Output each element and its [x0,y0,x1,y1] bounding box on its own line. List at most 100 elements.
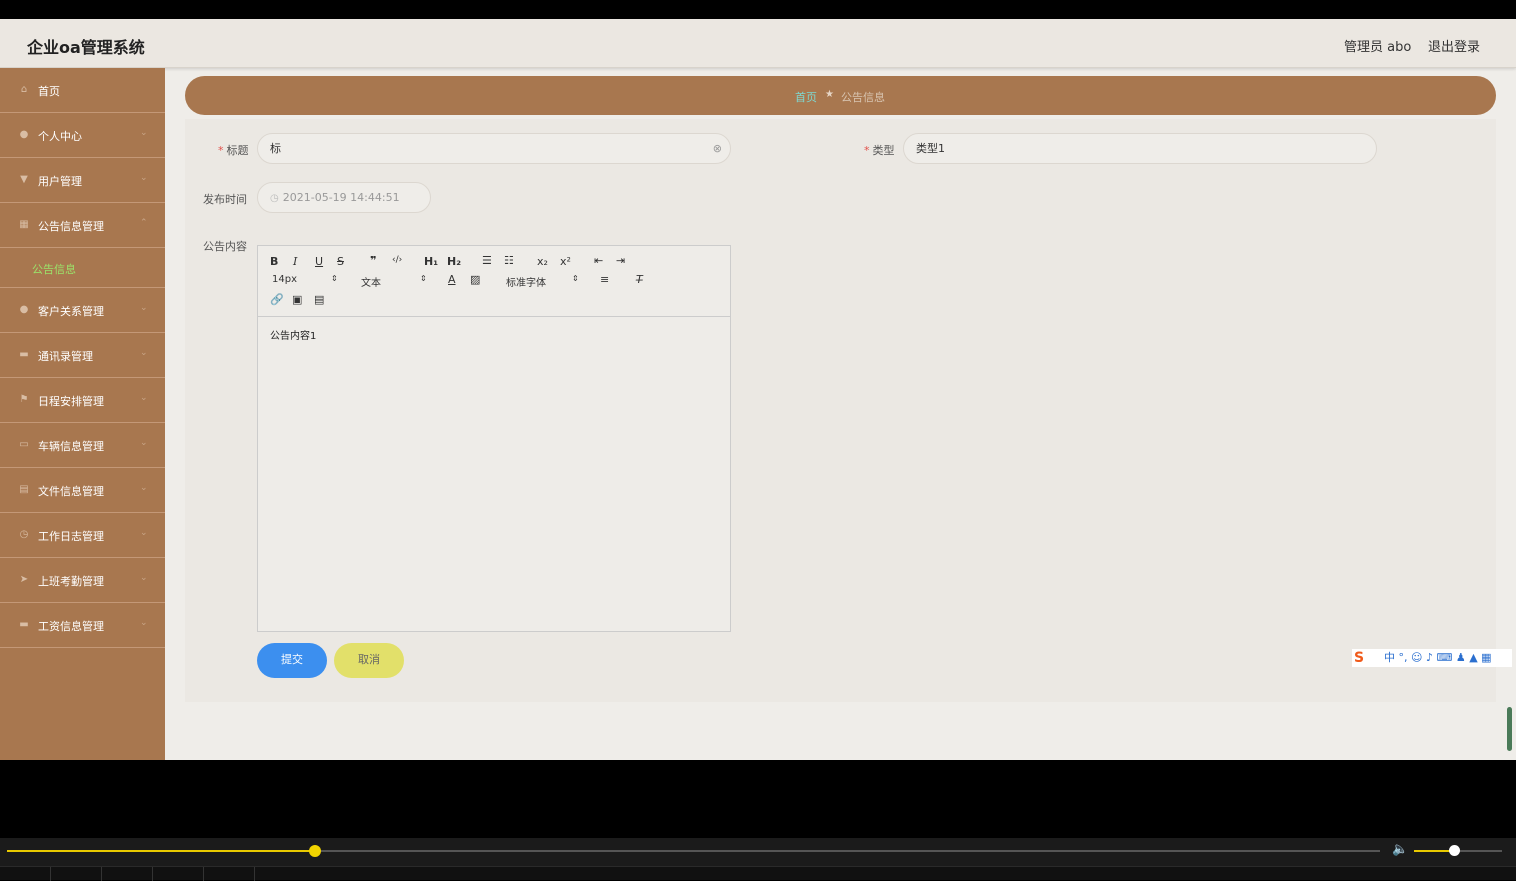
type-input-value: 类型1 [916,142,945,155]
title-input[interactable]: 标 ⊗ [257,133,731,164]
rich-text-editor: B I U S ❞ ‹/› H₁ H₂ ☰ ☷ x₂ x² ⇤ ⇥ 14px ⇕… [257,245,731,632]
chevron-down-icon: ⌄ [140,128,148,138]
ime-mode-label[interactable]: 中 [1384,651,1395,664]
title-label: * 标题 [218,144,249,157]
sidebar-item-label: 客户关系管理 [38,305,104,318]
chevron-down-icon: ⌄ [140,438,148,448]
align-icon[interactable]: ≡ [600,273,609,286]
sidebar-item-label: 文件信息管理 [38,485,104,498]
image-icon[interactable]: ▣ [292,293,302,306]
cancel-button[interactable]: 取消 [334,643,404,678]
sidebar-item-vehicle-management[interactable]: ▭ 车辆信息管理 ⌄ [0,423,165,468]
grid-icon: ▦ [19,219,29,230]
volume-slider[interactable] [1414,845,1502,856]
bullet-list-icon[interactable]: ☷ [504,254,514,267]
seek-bar[interactable] [7,845,1380,857]
bold-icon[interactable]: B [270,255,278,268]
volume-icon[interactable]: 🔈 [1392,842,1408,857]
chevron-down-icon: ⌄ [140,303,148,313]
breadcrumb-home[interactable]: 首页 [795,89,817,105]
breadcrumb-separator-icon: ★ [825,89,834,100]
sidebar-item-file-management[interactable]: ▤ 文件信息管理 ⌄ [0,468,165,513]
player-bottom-strip [0,866,1516,881]
chevron-down-icon: ⌄ [140,618,148,628]
volume-fill [1414,850,1454,852]
editor-toolbar: B I U S ❞ ‹/› H₁ H₂ ☰ ☷ x₂ x² ⇤ ⇥ 14px ⇕… [258,246,730,317]
volume-handle[interactable] [1448,845,1460,856]
file-icon: ▤ [19,484,29,495]
font-family-select[interactable]: 标准字体 [506,274,546,289]
publish-time-picker[interactable]: ◷ 2021-05-19 14:44:51 [257,182,431,213]
ime-toolbar[interactable]: S 中 °, ☺ ♪ ⌨ ♟ ▲ ▦ [1352,649,1512,667]
sidebar-item-label: 公告信息管理 [38,220,104,233]
video-icon[interactable]: ▤ [314,293,324,306]
sidebar-item-label: 上班考勤管理 [38,575,104,588]
video-player-bar: 🔈 [0,838,1516,881]
type-label: * 类型 [864,144,895,157]
sidebar-subitem-label: 公告信息 [32,263,76,276]
clock-icon: ◷ [19,529,29,540]
link-icon[interactable]: 🔗 [270,293,284,306]
sidebar-item-attendance-management[interactable]: ➤ 上班考勤管理 ⌄ [0,558,165,603]
ime-tool-icons[interactable]: °, ☺ ♪ ⌨ ♟ ▲ ▦ [1399,651,1492,664]
sidebar-item-worklog-management[interactable]: ◷ 工作日志管理 ⌄ [0,513,165,558]
sidebar-item-label: 工作日志管理 [38,530,104,543]
seek-handle[interactable] [308,845,321,857]
sidebar-item-label: 工资信息管理 [38,620,104,633]
sidebar-item-contacts-management[interactable]: ▬ 通讯录管理 ⌄ [0,333,165,378]
heading1-icon[interactable]: H₁ [424,255,438,268]
editor-content[interactable]: 公告内容1 [270,327,316,342]
chevron-down-icon: ⌄ [140,173,148,183]
sidebar-item-label: 用户管理 [38,175,82,188]
indent-icon[interactable]: ⇥ [616,254,625,267]
sidebar-item-customer-management[interactable]: ● 客户关系管理 ⌄ [0,288,165,333]
chevron-down-icon: ⌄ [140,348,148,358]
top-bar: 企业oa管理系统 管理员 abo 退出登录 [0,19,1516,68]
sidebar-item-label: 车辆信息管理 [38,440,104,453]
breadcrumb-current: 公告信息 [841,91,885,104]
strikethrough-icon[interactable]: S [337,255,344,268]
chevron-updown-icon: ⇕ [420,274,427,283]
user-label: 管理员 abo [1344,40,1412,55]
sidebar-item-home[interactable]: ⌂ 首页 [0,68,165,113]
code-block-icon[interactable]: ‹/› [392,255,402,265]
chevron-down-icon: ⌄ [140,393,148,403]
breadcrumb: 首页 ★ 公告信息 [185,76,1496,115]
publish-time-label: 发布时间 [203,193,247,206]
heading2-icon[interactable]: H₂ [447,255,461,268]
superscript-icon[interactable]: x² [560,255,571,268]
sidebar-item-notice-management[interactable]: ▦ 公告信息管理 ⌃ [0,203,165,248]
clear-format-icon[interactable]: T̶ [636,273,643,286]
sidebar-item-salary-management[interactable]: ▬ 工资信息管理 ⌄ [0,603,165,648]
submit-button[interactable]: 提交 [257,643,327,678]
blockquote-icon[interactable]: ❞ [370,254,376,267]
background-color-icon[interactable]: ▨ [470,273,480,286]
header-select[interactable]: 文本 [361,274,381,289]
sidebar-item-label: 首页 [38,85,60,98]
subscript-icon[interactable]: x₂ [537,255,548,268]
ordered-list-icon[interactable]: ☰ [482,254,492,267]
italic-icon[interactable]: I [293,255,297,268]
clear-icon[interactable]: ⊗ [713,134,722,163]
outdent-icon[interactable]: ⇤ [594,254,603,267]
scrollbar-thumb[interactable] [1507,707,1512,751]
chevron-updown-icon: ⇕ [331,274,338,283]
font-size-select[interactable]: 14px [272,274,297,285]
sidebar-item-personal-center[interactable]: ● 个人中心 ⌄ [0,113,165,158]
chevron-down-icon: ⌄ [140,483,148,493]
sidebar-item-schedule-management[interactable]: ⚑ 日程安排管理 ⌄ [0,378,165,423]
underline-icon[interactable]: U [315,255,323,268]
send-icon: ➤ [19,574,29,585]
seek-bar-fill [7,850,315,852]
type-input[interactable]: 类型1 [903,133,1377,164]
app-window: 企业oa管理系统 管理员 abo 退出登录 ⌂ 首页 ● 个人中心 ⌄ ▼ 用户… [0,19,1516,760]
sidebar-subitem-notice[interactable]: 公告信息 [0,248,165,288]
sidebar-item-user-management[interactable]: ▼ 用户管理 ⌄ [0,158,165,203]
chevron-up-icon: ⌃ [140,218,148,228]
chevron-down-icon: ⌄ [140,528,148,538]
font-color-icon[interactable]: A [448,273,456,286]
publish-time-value: 2021-05-19 14:44:51 [282,191,400,204]
logout-link[interactable]: 退出登录 [1428,36,1480,55]
money-icon: ▬ [19,619,29,630]
users-icon: ▼ [20,174,28,185]
